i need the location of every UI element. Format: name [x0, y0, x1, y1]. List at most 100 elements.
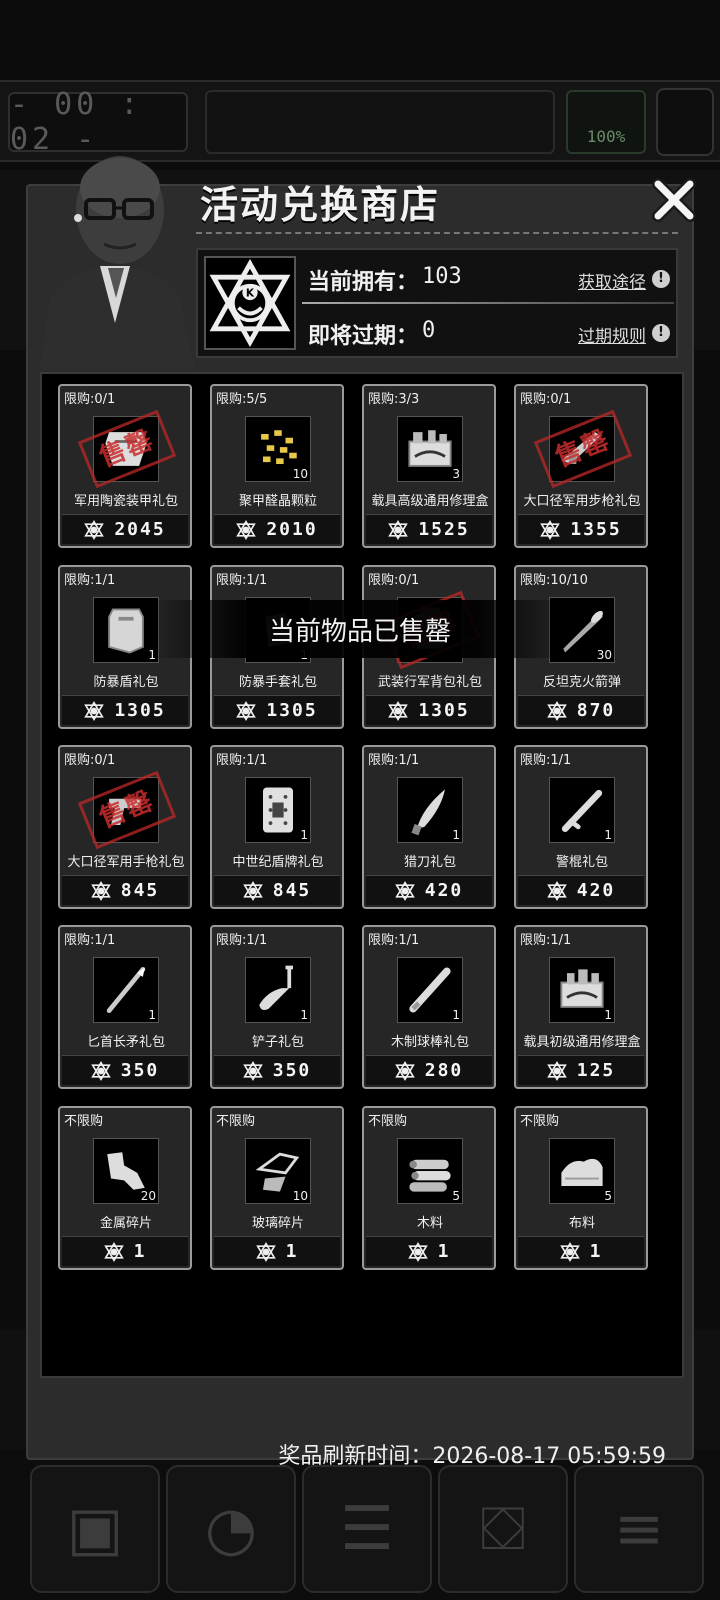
k-emblem-icon — [90, 880, 111, 901]
shop-item-card[interactable]: 不限购 20 金属碎片 1 — [58, 1106, 192, 1270]
item-name: 反坦克火箭弹 — [542, 675, 621, 690]
item-price: 1 — [285, 1241, 299, 1262]
shop-item-card[interactable]: 不限购 5 布料 1 — [514, 1106, 648, 1270]
shop-item-card[interactable]: 不限购 10 玻璃碎片 1 — [210, 1106, 344, 1270]
wooden-bat-icon — [409, 967, 451, 1013]
nav-journal-button[interactable]: ☰ — [302, 1465, 432, 1593]
item-icon-frame: 10 — [245, 416, 311, 482]
shop-item-card[interactable]: 限购:1/1 1 载具初级通用修理盒 125 — [514, 925, 648, 1089]
purchase-limit: 限购:0/1 — [64, 753, 116, 768]
item-icon-frame: 5 — [549, 1138, 615, 1204]
nav-brain-button[interactable]: ◔ — [166, 1465, 296, 1593]
item-price: 280 — [424, 1060, 464, 1081]
shop-item-card[interactable]: 限购:3/3 3 载具高级通用修理盒 1525 — [362, 384, 496, 548]
k-emblem-icon — [242, 1060, 263, 1081]
cloth-icon — [561, 1158, 603, 1186]
item-name: 木制球棒礼包 — [390, 1035, 469, 1050]
item-name: 木料 — [416, 1216, 443, 1231]
item-quantity: 20 — [140, 1189, 156, 1203]
purchase-limit: 限购:0/1 — [64, 392, 116, 407]
expiring-value: 0 — [422, 318, 436, 343]
owned-label: 当前拥有： — [308, 270, 419, 295]
item-name: 防暴盾礼包 — [93, 675, 159, 690]
item-quantity: 30 — [596, 648, 612, 662]
item-icon-frame: 1 — [549, 957, 615, 1023]
item-price: 350 — [272, 1060, 312, 1081]
item-icon-frame: 1 — [397, 777, 463, 843]
item-icon-frame: 1 — [549, 777, 615, 843]
shop-item-card[interactable]: 限购:1/1 1 木制球棒礼包 280 — [362, 925, 496, 1089]
k-emblem-icon — [394, 880, 415, 901]
battery-percent: 100% — [566, 90, 646, 154]
shop-item-card[interactable]: 不限购 5 木料 1 — [362, 1106, 496, 1270]
obtain-method-link[interactable]: 获取途径 — [578, 268, 646, 293]
item-name: 匕首长矛礼包 — [86, 1035, 165, 1050]
sold-out-toast: 当前物品已售罄 — [150, 600, 570, 658]
price-bar: 1305 — [214, 695, 340, 725]
title-divider — [196, 232, 678, 234]
k-emblem-icon — [559, 1241, 580, 1262]
nav-shopping-cart-button[interactable]: ⛋ — [438, 1465, 568, 1593]
item-name: 布料 — [568, 1216, 595, 1231]
item-price: 420 — [424, 880, 464, 901]
close-button[interactable] — [650, 176, 698, 224]
expire-rules-link[interactable]: 过期规则 — [578, 322, 646, 347]
shop-item-card[interactable]: 限购:0/1 售罄 大口径军用步枪礼包 1355 — [514, 384, 648, 548]
k-emblem-icon — [84, 519, 105, 540]
shop-item-card[interactable]: 限购:1/1 1 匕首长矛礼包 350 — [58, 925, 192, 1089]
purchase-limit: 限购:1/1 — [520, 933, 572, 948]
purchase-limit: 限购:1/1 — [216, 573, 268, 588]
shop-item-card[interactable]: 限购:1/1 1 铲子礼包 350 — [210, 925, 344, 1089]
item-price: 1 — [437, 1241, 451, 1262]
item-price: 2010 — [266, 519, 318, 540]
purchase-limit: 限购:1/1 — [64, 933, 116, 948]
item-price: 1305 — [266, 700, 318, 721]
k-emblem-icon — [84, 700, 105, 721]
purchase-limit: 限购:0/1 — [520, 392, 572, 407]
k-emblem-icon — [236, 519, 257, 540]
item-price: 1 — [133, 1241, 147, 1262]
shop-item-card[interactable]: 限购:1/1 1 中世纪盾牌礼包 845 — [210, 745, 344, 909]
item-quantity: 1 — [452, 828, 460, 842]
k-emblem-icon — [388, 700, 409, 721]
price-bar: 1305 — [366, 695, 492, 725]
timer-display: - 00 : 02 - — [8, 87, 188, 157]
price-bar: 1355 — [518, 514, 644, 544]
nav-menu-button[interactable]: ≡ — [574, 1465, 704, 1593]
k-emblem-icon — [90, 1060, 111, 1081]
k-emblem-icon — [540, 519, 561, 540]
refresh-time-text: 奖品刷新时间：2026-08-17 05:59:59 — [278, 1438, 666, 1470]
shop-item-card[interactable]: 限购:1/1 1 猎刀礼包 420 — [362, 745, 496, 909]
shopkeeper-portrait — [40, 156, 195, 370]
item-quantity: 5 — [604, 1189, 612, 1203]
item-icon-frame: 3 — [397, 416, 463, 482]
empty-slot — [656, 88, 714, 156]
item-price: 2045 — [114, 519, 166, 540]
obtain-help-icon[interactable]: ! — [652, 270, 670, 288]
riot-shield-icon — [108, 608, 144, 654]
currency-info-box: K 当前拥有： 103 获取途径 ! 即将过期： 0 过期规则 ! — [196, 248, 678, 358]
price-bar: 420 — [366, 875, 492, 905]
purchase-limit: 不限购 — [520, 1114, 560, 1129]
shop-item-card[interactable]: 限购:5/5 10 聚甲醛晶颗粒 2010 — [210, 384, 344, 548]
item-price: 1305 — [114, 700, 166, 721]
shop-item-card[interactable]: 限购:1/1 1 警棍礼包 420 — [514, 745, 648, 909]
price-bar: 350 — [62, 1055, 188, 1085]
item-price: 870 — [576, 700, 616, 721]
stats-panel — [205, 90, 555, 154]
purchase-limit: 限购:10/10 — [520, 573, 588, 588]
item-icon-frame: 1 — [245, 957, 311, 1023]
basic-repair-kit-icon — [560, 969, 604, 1008]
purchase-limit: 限购:5/5 — [216, 392, 268, 407]
expire-help-icon[interactable]: ! — [652, 324, 670, 342]
nav-backpack-button[interactable]: ▣ — [30, 1465, 160, 1593]
item-icon-frame: 10 — [245, 1138, 311, 1204]
item-name: 防暴手套礼包 — [238, 675, 317, 690]
item-quantity: 3 — [452, 467, 460, 481]
item-quantity: 1 — [300, 1008, 308, 1022]
shop-item-card[interactable]: 限购:0/1 售罄 大口径军用手枪礼包 845 — [58, 745, 192, 909]
item-price: 1 — [589, 1241, 603, 1262]
shop-item-card[interactable]: 限购:0/1 售罄 军用陶瓷装甲礼包 2045 — [58, 384, 192, 548]
item-name: 大口径军用步枪礼包 — [523, 494, 641, 509]
purchase-limit: 限购:1/1 — [64, 573, 116, 588]
